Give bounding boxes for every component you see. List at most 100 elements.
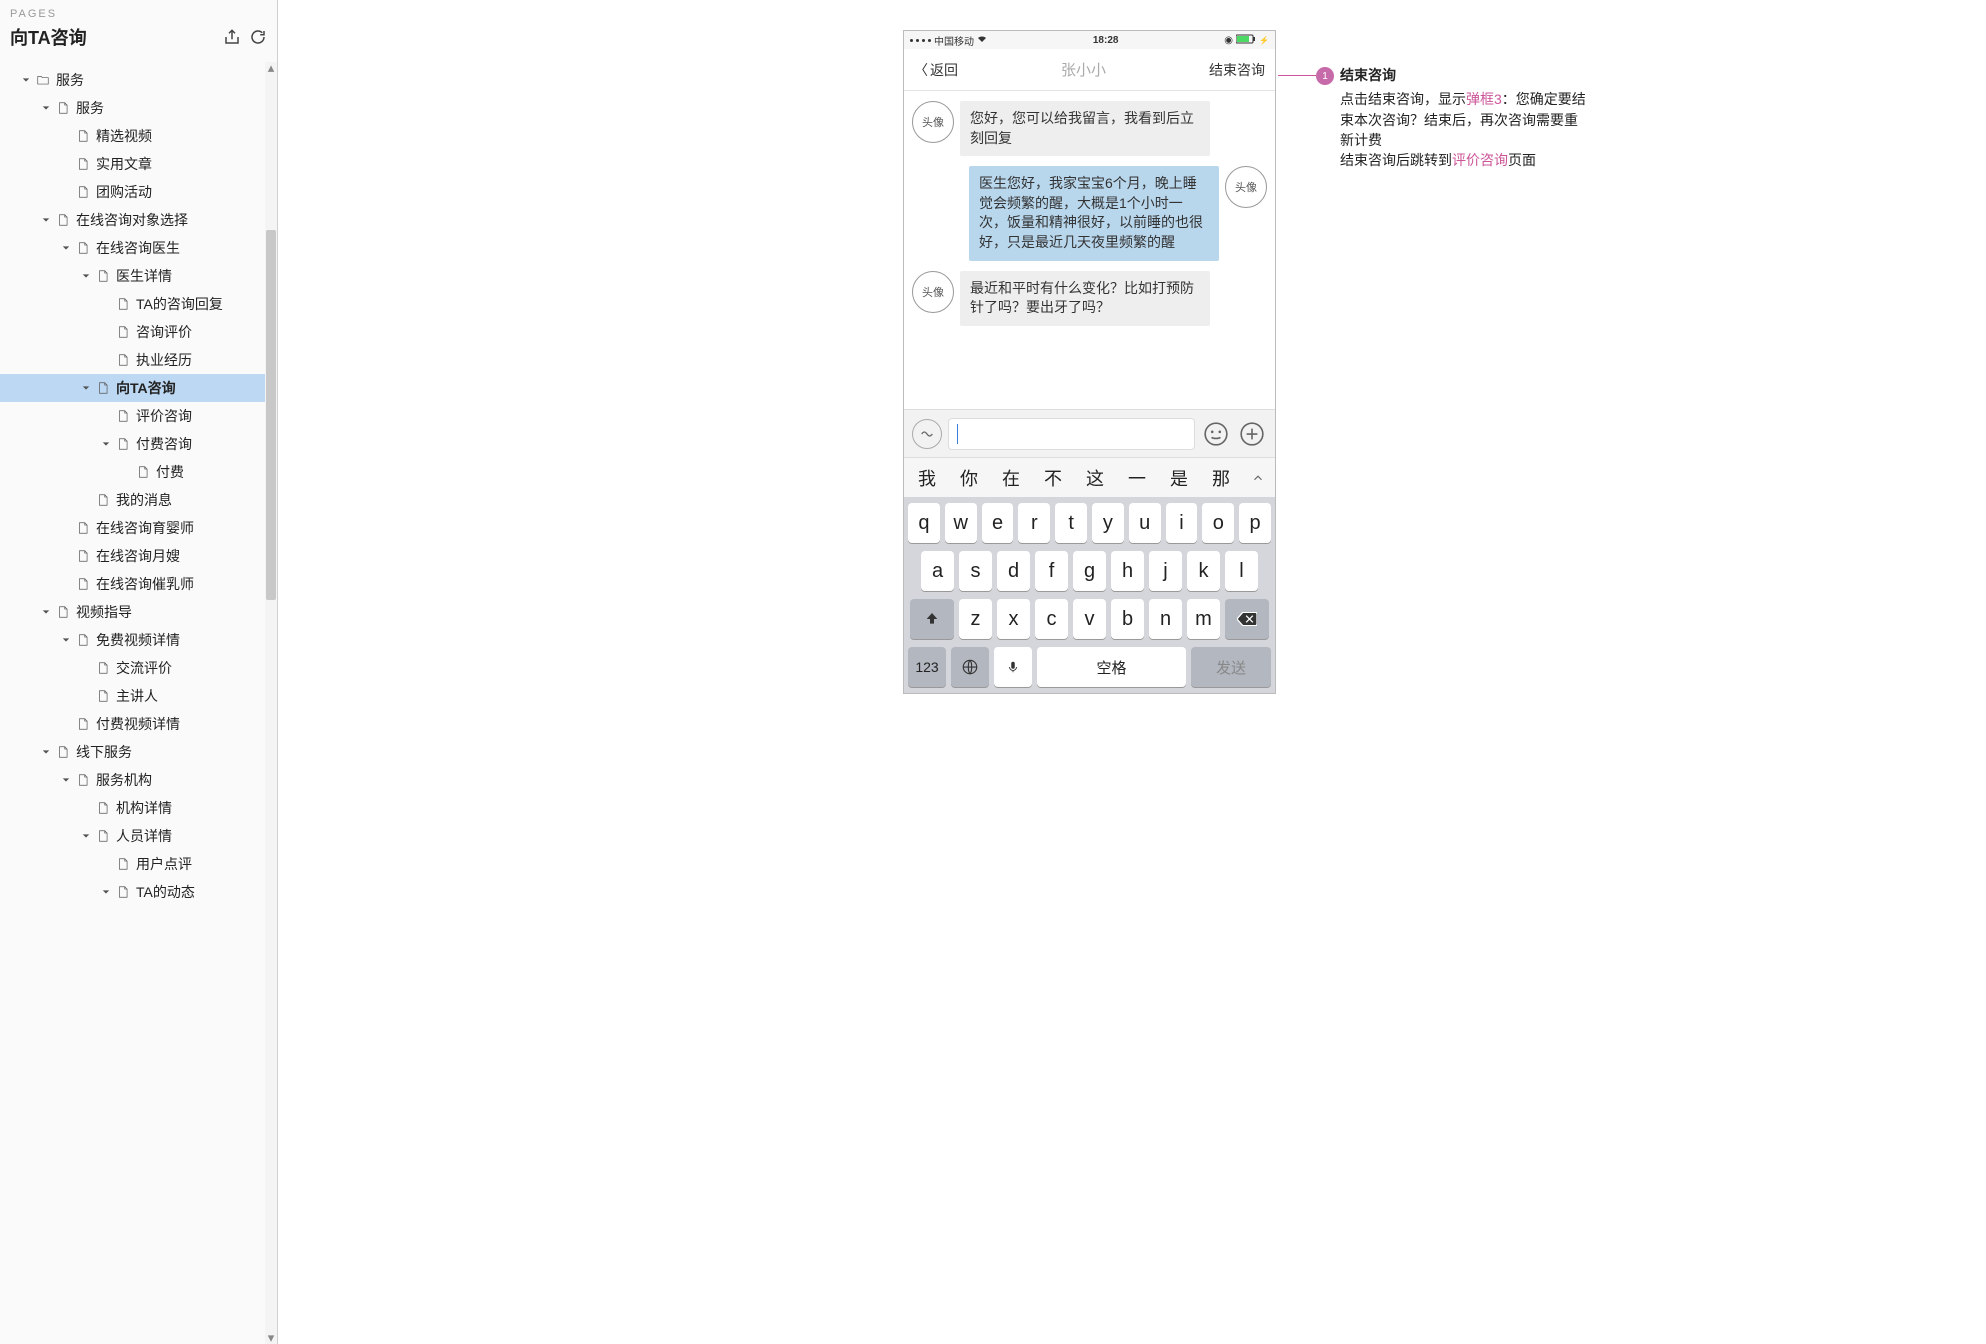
letter-key[interactable]: w bbox=[945, 503, 977, 543]
twisty-icon[interactable] bbox=[20, 74, 32, 86]
scroll-down-icon[interactable]: ▾ bbox=[265, 1332, 277, 1344]
backspace-key[interactable] bbox=[1225, 599, 1269, 639]
letter-key[interactable]: y bbox=[1092, 503, 1124, 543]
annotation-link-dialog[interactable]: 弹框3 bbox=[1466, 91, 1502, 107]
tree-row[interactable]: TA的咨询回复 bbox=[0, 290, 277, 318]
mic-key[interactable] bbox=[994, 647, 1032, 687]
refresh-icon[interactable] bbox=[249, 28, 267, 46]
letter-key[interactable]: x bbox=[997, 599, 1030, 639]
shift-key[interactable] bbox=[910, 599, 954, 639]
twisty-icon[interactable] bbox=[40, 214, 52, 226]
letter-key[interactable]: l bbox=[1225, 551, 1258, 591]
tree-row[interactable]: 人员详情 bbox=[0, 822, 277, 850]
letter-key[interactable]: k bbox=[1187, 551, 1220, 591]
twisty-icon[interactable] bbox=[80, 830, 92, 842]
letter-key[interactable]: o bbox=[1202, 503, 1234, 543]
prediction-item[interactable]: 你 bbox=[950, 465, 988, 491]
end-consult-button[interactable]: 结束咨询 bbox=[1209, 60, 1265, 80]
letter-key[interactable]: s bbox=[959, 551, 992, 591]
emoji-button[interactable] bbox=[1201, 419, 1231, 449]
back-button[interactable]: 〈 返回 bbox=[914, 60, 958, 80]
tree-row[interactable]: 服务 bbox=[0, 66, 277, 94]
send-key[interactable]: 发送 bbox=[1191, 647, 1271, 687]
letter-key[interactable]: v bbox=[1073, 599, 1106, 639]
letter-key[interactable]: f bbox=[1035, 551, 1068, 591]
scrollbar-thumb[interactable] bbox=[266, 230, 276, 600]
letter-key[interactable]: q bbox=[908, 503, 940, 543]
twisty-icon[interactable] bbox=[100, 438, 112, 450]
letter-key[interactable]: u bbox=[1129, 503, 1161, 543]
letter-key[interactable]: m bbox=[1187, 599, 1220, 639]
twisty-icon[interactable] bbox=[40, 102, 52, 114]
tree-row[interactable]: 免费视频详情 bbox=[0, 626, 277, 654]
tree-row[interactable]: 线下服务 bbox=[0, 738, 277, 766]
tree-row[interactable]: 精选视频 bbox=[0, 122, 277, 150]
tree-row[interactable]: 机构详情 bbox=[0, 794, 277, 822]
prediction-item[interactable]: 是 bbox=[1160, 465, 1198, 491]
twisty-icon[interactable] bbox=[60, 634, 72, 646]
prediction-item[interactable]: 不 bbox=[1034, 465, 1072, 491]
scroll-up-icon[interactable]: ▴ bbox=[265, 62, 277, 74]
tree-row[interactable]: 交流评价 bbox=[0, 654, 277, 682]
annotation-link-review[interactable]: 评价咨询 bbox=[1452, 152, 1508, 168]
tree-row[interactable]: 医生详情 bbox=[0, 262, 277, 290]
tree-row[interactable]: 在线咨询月嫂 bbox=[0, 542, 277, 570]
tree-row[interactable]: 评价咨询 bbox=[0, 402, 277, 430]
letter-key[interactable]: h bbox=[1111, 551, 1144, 591]
twisty-icon[interactable] bbox=[80, 382, 92, 394]
twisty-icon[interactable] bbox=[100, 886, 112, 898]
tree-row[interactable]: 在线咨询医生 bbox=[0, 234, 277, 262]
numeric-key[interactable]: 123 bbox=[908, 647, 946, 687]
letter-key[interactable]: a bbox=[921, 551, 954, 591]
voice-input-button[interactable] bbox=[912, 419, 942, 449]
letter-key[interactable]: n bbox=[1149, 599, 1182, 639]
tree-row[interactable]: 在线咨询催乳师 bbox=[0, 570, 277, 598]
tree-row[interactable]: 付费视频详情 bbox=[0, 710, 277, 738]
tree-row[interactable]: 向TA咨询 bbox=[0, 374, 277, 402]
tree-row[interactable]: 在线咨询对象选择 bbox=[0, 206, 277, 234]
letter-key[interactable]: e bbox=[982, 503, 1014, 543]
tree-row[interactable]: 在线咨询育婴师 bbox=[0, 514, 277, 542]
globe-key[interactable] bbox=[951, 647, 989, 687]
letter-key[interactable]: c bbox=[1035, 599, 1068, 639]
letter-key[interactable]: r bbox=[1018, 503, 1050, 543]
share-icon[interactable] bbox=[223, 28, 241, 46]
annotation-line1-pre: 点击结束咨询，显示 bbox=[1340, 91, 1466, 107]
prediction-item[interactable]: 我 bbox=[908, 465, 946, 491]
message-input[interactable] bbox=[948, 418, 1195, 450]
add-attachment-button[interactable] bbox=[1237, 419, 1267, 449]
letter-key[interactable]: z bbox=[959, 599, 992, 639]
letter-key[interactable]: t bbox=[1055, 503, 1087, 543]
prediction-item[interactable]: 在 bbox=[992, 465, 1030, 491]
tree-row[interactable]: 团购活动 bbox=[0, 178, 277, 206]
letter-key[interactable]: g bbox=[1073, 551, 1106, 591]
twisty-icon[interactable] bbox=[60, 242, 72, 254]
letter-key[interactable]: b bbox=[1111, 599, 1144, 639]
twisty-icon[interactable] bbox=[80, 270, 92, 282]
tree-row[interactable]: 我的消息 bbox=[0, 486, 277, 514]
prediction-item[interactable]: 那 bbox=[1202, 465, 1240, 491]
tree-row[interactable]: 主讲人 bbox=[0, 682, 277, 710]
tree-row[interactable]: 付费咨询 bbox=[0, 430, 277, 458]
prediction-item[interactable]: 这 bbox=[1076, 465, 1114, 491]
space-key[interactable]: 空格 bbox=[1037, 647, 1186, 687]
scrollbar[interactable]: ▴ ▾ bbox=[265, 62, 277, 1344]
letter-key[interactable]: d bbox=[997, 551, 1030, 591]
twisty-icon[interactable] bbox=[40, 746, 52, 758]
letter-key[interactable]: p bbox=[1239, 503, 1271, 543]
tree-row[interactable]: 服务 bbox=[0, 94, 277, 122]
twisty-icon[interactable] bbox=[60, 774, 72, 786]
tree-row[interactable]: 视频指导 bbox=[0, 598, 277, 626]
twisty-icon[interactable] bbox=[40, 606, 52, 618]
tree-row[interactable]: TA的动态 bbox=[0, 878, 277, 906]
tree-row[interactable]: 实用文章 bbox=[0, 150, 277, 178]
tree-row[interactable]: 付费 bbox=[0, 458, 277, 486]
prediction-item[interactable]: 一 bbox=[1118, 465, 1156, 491]
prediction-expand-button[interactable] bbox=[1244, 471, 1271, 485]
tree-row[interactable]: 服务机构 bbox=[0, 766, 277, 794]
tree-row[interactable]: 执业经历 bbox=[0, 346, 277, 374]
letter-key[interactable]: i bbox=[1166, 503, 1198, 543]
tree-row[interactable]: 咨询评价 bbox=[0, 318, 277, 346]
tree-row[interactable]: 用户点评 bbox=[0, 850, 277, 878]
letter-key[interactable]: j bbox=[1149, 551, 1182, 591]
